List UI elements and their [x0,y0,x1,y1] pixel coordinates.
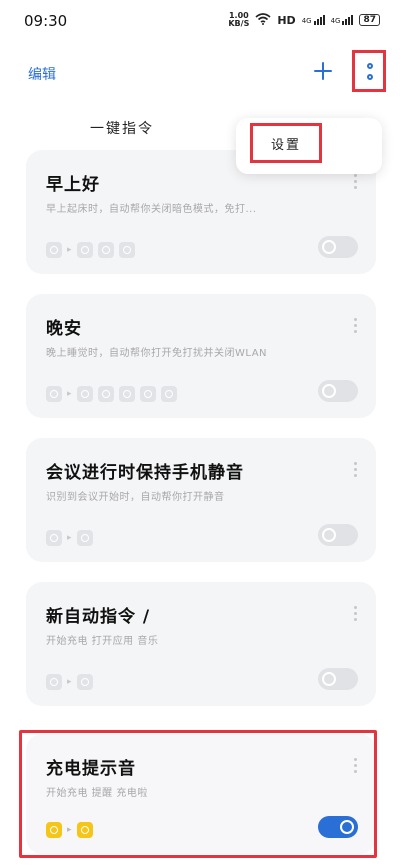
action-icon [118,386,135,402]
card-flow: ▸ [46,674,93,690]
card-title: 晚安 [46,319,82,339]
trigger-icon [46,674,62,690]
command-card[interactable]: 晚安 晚上睡觉时，自动帮你打开免打扰并关闭WLAN ▸ [26,294,376,418]
action-icon [76,386,93,402]
edit-button[interactable]: 编辑 [28,64,56,84]
action-icon [118,242,135,258]
trigger-icon [46,386,62,402]
action-icon [76,242,93,258]
net-speed: 1.00 KB/S [228,11,250,28]
card-toggle[interactable] [318,668,358,690]
card-flow: ▸ [46,242,135,258]
arrow-icon: ▸ [67,245,72,255]
action-icon [76,530,93,546]
toggle-knob [322,384,336,398]
status-time: 09:30 [24,12,68,30]
hd-icon: HD [277,13,296,27]
trigger-icon [46,530,62,546]
more-options-icon-dot [367,74,373,80]
card-description: 识别到会议开始时，自动帮你打开静音 [46,492,225,503]
toggle-knob [322,672,336,686]
status-icons: 1.00 KB/S HD 4G 4G 87 [228,12,380,28]
battery-icon: 87 [359,14,380,26]
card-title: 早上好 [46,175,100,195]
action-icon [97,386,114,402]
card-title: 新自动指令 / [46,607,151,627]
overflow-menu: 设置 [236,118,382,174]
card-toggle[interactable] [318,236,358,258]
card-more-icon[interactable] [354,462,358,480]
toggle-knob [322,528,336,542]
signal-icon-2: 4G [331,15,354,25]
wifi-icon [255,12,271,28]
top-bar: 编辑 [0,50,400,98]
card-more-icon[interactable] [354,174,358,192]
card-flow: ▸ [46,386,177,402]
add-icon[interactable] [308,56,338,86]
card-more-icon[interactable] [354,318,358,336]
highlight-frame [19,730,377,858]
toggle-knob [322,240,336,254]
action-icon [160,386,177,402]
card-more-icon[interactable] [354,606,358,624]
card-toggle[interactable] [318,380,358,402]
card-description: 开始充电 打开应用 音乐 [46,636,159,647]
arrow-icon: ▸ [67,389,72,399]
arrow-icon: ▸ [67,533,72,543]
more-options-icon [367,63,373,69]
signal-icon-1: 4G [302,15,325,25]
command-card[interactable]: 新自动指令 / 开始充电 打开应用 音乐 ▸ [26,582,376,706]
section-title: 一键指令 [90,121,154,137]
action-icon [76,674,93,690]
card-description: 早上起床时，自动帮你关闭暗色模式，免打... [46,204,257,215]
status-bar: 09:30 1.00 KB/S HD 4G 4G 87 [0,0,400,44]
card-flow: ▸ [46,530,93,546]
card-toggle[interactable] [318,524,358,546]
command-card[interactable]: 会议进行时保持手机静音 识别到会议开始时，自动帮你打开静音 ▸ [26,438,376,562]
action-icon [97,242,114,258]
action-icon [139,386,156,402]
trigger-icon [46,242,62,258]
card-title: 会议进行时保持手机静音 [46,463,244,483]
menu-item-settings[interactable]: 设置 [250,123,322,163]
arrow-icon: ▸ [67,677,72,687]
more-options-button[interactable] [352,50,386,92]
card-description: 晚上睡觉时，自动帮你打开免打扰并关闭WLAN [46,348,268,359]
